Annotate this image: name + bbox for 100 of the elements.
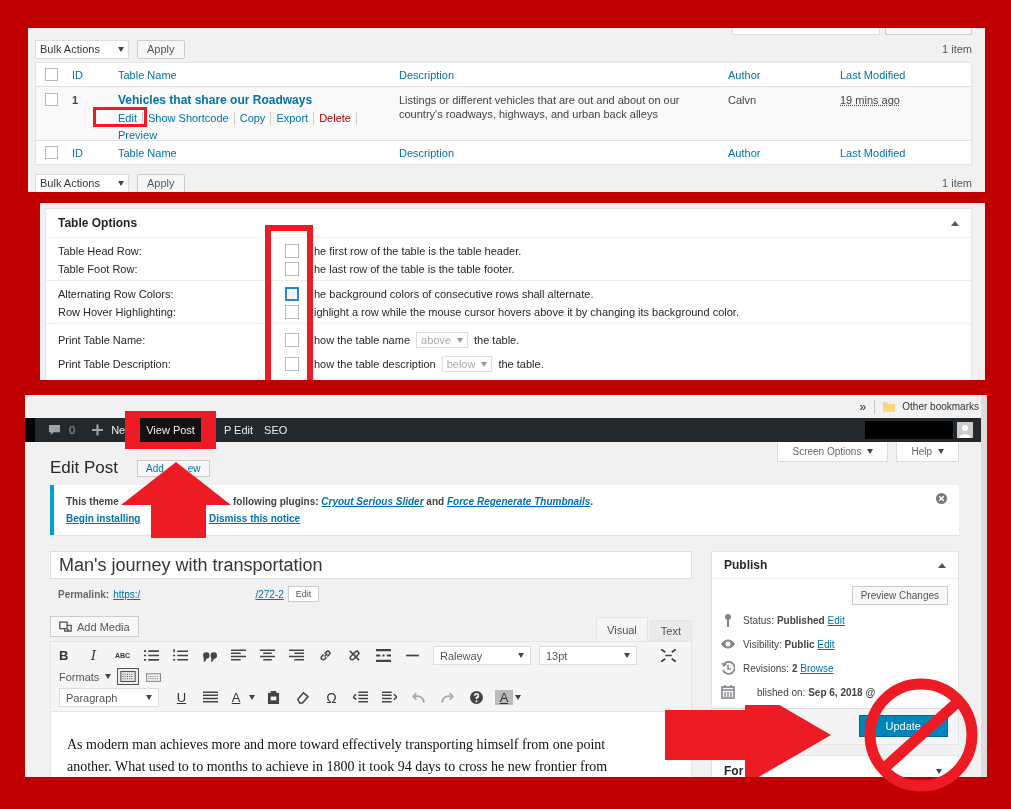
post-title-field[interactable]: Man's journey with transportation [50, 551, 692, 579]
column-header[interactable]: Table Name [118, 68, 399, 81]
column-header[interactable]: Author [728, 146, 840, 159]
option-checkbox[interactable] [285, 244, 299, 258]
table-cell-text: Calvn [728, 93, 758, 107]
fullscreen-icon[interactable] [661, 649, 676, 662]
unlink-icon[interactable] [347, 649, 362, 662]
keyboard-icon[interactable] [146, 670, 162, 683]
install-link[interactable]: Begin installing [66, 513, 141, 524]
table-name-link[interactable]: Vehicles that share our Roadways [118, 93, 313, 107]
row-checkbox[interactable] [45, 93, 58, 106]
box-title: Publish [724, 558, 768, 572]
select-all-checkbox[interactable] [45, 68, 58, 81]
align-left-icon[interactable] [231, 649, 246, 662]
row-action-link[interactable]: Show Shortcode [142, 112, 235, 125]
option-checkbox[interactable] [285, 357, 299, 371]
italic-button[interactable]: I [79, 648, 108, 663]
add-media-button[interactable]: Add Media [50, 616, 139, 637]
edit-link[interactable]: Browse [800, 662, 834, 674]
option-checkbox[interactable] [285, 287, 299, 301]
column-header[interactable]: ID [72, 146, 118, 159]
option-label: Row Hover Highlighting: [58, 306, 177, 318]
wp-edit-menu[interactable]: P Edit [223, 424, 254, 436]
permalink-link[interactable]: https:/ /272-2 [113, 588, 284, 600]
quote-icon[interactable] [202, 649, 217, 662]
collapse-icon[interactable] [938, 562, 946, 568]
column-header[interactable]: Author [728, 68, 840, 81]
seo-menu[interactable]: SEO [264, 424, 288, 436]
help-tab[interactable]: Help [896, 442, 959, 462]
select-all-checkbox[interactable] [45, 146, 58, 159]
row-action-link[interactable]: Copy [234, 112, 272, 125]
apply-button[interactable]: Apply [137, 173, 185, 192]
plus-icon[interactable] [92, 424, 104, 436]
option-checkbox[interactable] [285, 305, 299, 319]
editor-tab[interactable]: Text [649, 620, 692, 641]
column-header[interactable]: Description [399, 68, 728, 81]
caret-icon [118, 180, 124, 186]
bulk-actions-select[interactable]: Bulk Actions [35, 39, 129, 59]
toolbar-toggle-button[interactable] [117, 668, 140, 685]
column-header[interactable]: ID [72, 68, 118, 81]
formats-menu[interactable]: Formats [59, 670, 112, 683]
view-post-link[interactable]: View Post [141, 424, 200, 436]
paragraph-select[interactable]: Paragraph [59, 688, 159, 707]
option-description: how the table description [314, 358, 436, 370]
special-character-button[interactable]: Ω [317, 689, 346, 706]
edit-permalink-button[interactable]: Edit [287, 586, 320, 602]
bookmark-folder[interactable]: Other bookmarks [902, 401, 979, 412]
dismiss-link[interactable]: Dismiss this notice [209, 513, 301, 524]
row-action-link[interactable]: Delete [314, 112, 357, 125]
plugin-link[interactable]: Cryout Serious Slider [321, 496, 424, 507]
caret-icon[interactable] [515, 695, 521, 700]
row-action-link[interactable]: Preview [118, 129, 163, 142]
indent-icon[interactable] [382, 691, 397, 704]
option-label: Print Table Description: [58, 358, 172, 370]
comment-icon[interactable] [48, 424, 61, 436]
option-description: he background colors of consecutive rows shall alternate. [314, 288, 594, 300]
option-checkbox[interactable] [285, 262, 299, 276]
row-action-link[interactable]: Export [271, 112, 315, 125]
comment-count[interactable]: 0 [69, 424, 76, 436]
edit-link[interactable]: Edit [827, 614, 845, 626]
outdent-icon[interactable] [353, 691, 368, 704]
caret-icon[interactable] [936, 768, 942, 774]
edit-link[interactable]: Edit [817, 638, 835, 650]
permalink-label: Permalink: [58, 588, 110, 600]
align-center-icon[interactable] [260, 649, 275, 662]
caret-icon [867, 449, 874, 454]
column-header[interactable]: Table Name [118, 146, 399, 159]
column-header[interactable]: Description [399, 146, 728, 159]
font-select[interactable]: Raleway [433, 646, 531, 665]
publish-status-text: Status: Published Edit [743, 614, 845, 626]
editor-tab[interactable]: Visual [596, 617, 648, 641]
option-checkbox[interactable] [285, 333, 299, 347]
text-color-button[interactable]: A [225, 690, 247, 705]
align-right-icon[interactable] [289, 649, 304, 662]
row-action-link[interactable]: Edit [118, 112, 143, 125]
help-icon[interactable] [469, 691, 484, 704]
apply-button[interactable]: Apply [137, 39, 185, 59]
read-more-icon[interactable] [376, 649, 391, 662]
caret-icon[interactable] [249, 695, 255, 700]
screen-options-tab[interactable]: Screen Options [777, 442, 889, 462]
eraser-icon[interactable] [295, 691, 310, 704]
justify-icon[interactable] [203, 691, 218, 704]
font-size-select[interactable]: 13pt [539, 646, 637, 665]
clipboard-icon[interactable] [266, 691, 281, 704]
numbered-list-icon[interactable] [173, 649, 188, 662]
column-header[interactable]: Last Modified [840, 68, 960, 81]
new-menu[interactable]: Ne [111, 424, 126, 436]
background-color-button[interactable]: A [495, 690, 513, 705]
link-icon[interactable] [318, 649, 333, 662]
collapse-icon[interactable] [951, 220, 959, 226]
bulk-actions-select[interactable]: Bulk Actions [35, 173, 129, 192]
option-label: Print Table Name: [58, 334, 147, 346]
close-icon[interactable] [936, 493, 947, 504]
bullet-list-icon[interactable] [144, 649, 159, 662]
underline-button[interactable]: U [167, 690, 196, 705]
column-header[interactable]: Last Modified [840, 146, 960, 159]
preview-changes-button[interactable]: Preview Changes [851, 586, 948, 605]
overflow-button[interactable]: » [851, 399, 876, 414]
bold-button[interactable]: B [59, 648, 79, 663]
publish-status-text: Visibility: Public Edit [743, 638, 835, 650]
